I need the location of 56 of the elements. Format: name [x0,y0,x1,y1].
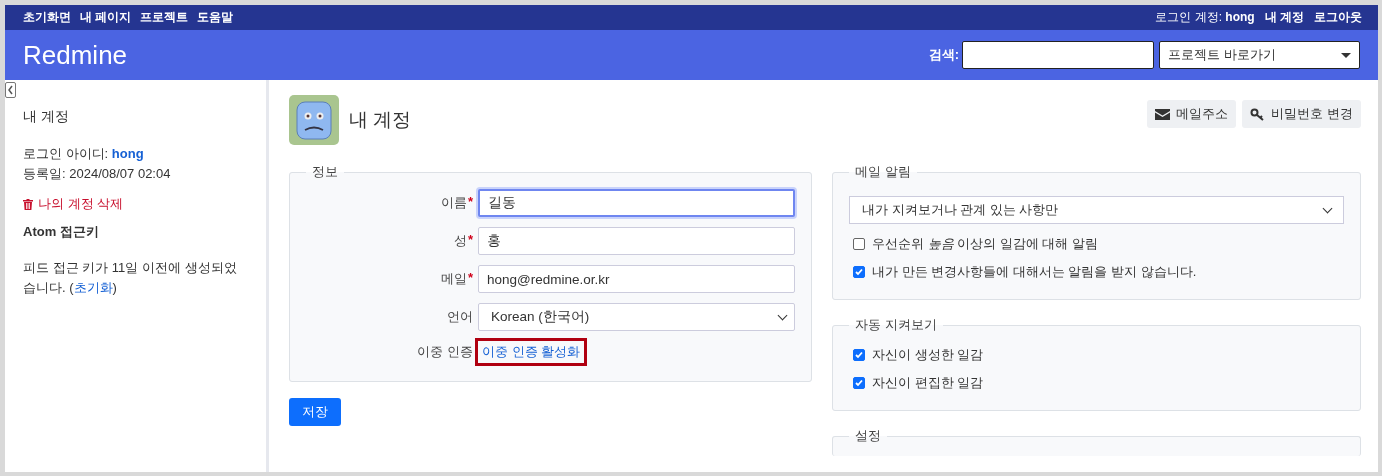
chevron-left-icon [6,83,15,97]
panel-legend: 설정 [849,427,887,445]
atom-key-heading: Atom 접근키 [23,223,100,241]
field-label: 이중 인증 [417,343,473,361]
email-button[interactable]: 메일주소 [1147,100,1237,128]
site-title: Redmine [23,39,128,71]
text-field[interactable]: hong@redmine.or.kr [478,265,795,293]
checkbox[interactable] [853,266,865,278]
checkbox[interactable] [853,377,865,389]
text-field[interactable]: 홍 [478,227,795,255]
top-menu-link[interactable]: 내 페이지 [80,9,132,26]
checkbox-label: 우선순위 높음 이상의 일감에 대해 알림 [872,235,1099,253]
checkbox-label: 자신이 편집한 일감 [872,374,984,392]
account-link[interactable]: 내 계정 [1264,9,1304,26]
panel-legend: 정보 [306,163,344,181]
checkbox[interactable] [853,349,865,361]
sad-avatar-icon [289,95,339,145]
key-icon [1250,107,1266,121]
caret-icon [1341,52,1351,58]
field-label: 언어 [447,308,473,326]
panel-legend: 자동 지켜보기 [849,316,943,334]
project-jump-dropdown[interactable]: 프로젝트 바로가기 [1159,41,1360,69]
atom-key-text: 피드 접근 키가 11일 이전에 생성되었습니다. (초기화) [23,259,238,297]
save-button[interactable]: 저장 [289,398,341,426]
search-field[interactable] [962,41,1154,69]
login-link[interactable]: hong [111,146,144,161]
panel-legend: 메일 알림 [849,163,917,181]
notification-dropdown[interactable]: 내가 지켜보거나 관계 있는 사항만 [849,196,1344,224]
login-id-text: 로그인 아이디: hong [23,145,145,163]
top-menu-link[interactable]: 프로젝트 [140,9,189,26]
required-asterisk: * [467,194,473,211]
field-label: 메일 [440,270,467,288]
field-label: 이름 [440,194,467,212]
checkbox-label: 자신이 생성한 일감 [872,346,984,364]
required-asterisk: * [467,232,473,249]
text-field[interactable]: 길동 [478,189,795,217]
page-title: 내 계정 [349,108,412,132]
collapse-sidebar-toggle[interactable] [5,82,16,98]
sidebar-title: 내 계정 [23,107,70,126]
required-asterisk: * [467,270,473,287]
envelope-icon [1155,108,1171,120]
delete-account-link[interactable]: 나의 계정 삭제 [23,194,248,214]
logged-in-label: 로그인 계정: hong [1155,9,1255,26]
language-dropdown[interactable]: Korean (한국어) [478,303,795,331]
field-label: 성 [453,232,467,250]
checkbox[interactable] [853,238,865,250]
top-menu-link[interactable]: 도움말 [197,9,234,26]
search-label: 검색: [928,46,959,64]
trash-icon [23,198,33,210]
account-link[interactable]: 로그아웃 [1314,9,1362,26]
reset-link[interactable]: 초기화 [73,280,113,295]
change-password-button[interactable]: 비밀번호 변경 [1242,100,1361,128]
registered-date: 등록일: 2024/08/07 02:04 [23,165,172,183]
enable-2fa-link[interactable]: 이중 인증 활성화 [478,341,585,363]
top-menu-link[interactable]: 초기화면 [23,9,71,26]
checkbox-label: 내가 만든 변경사항들에 대해서는 알림을 받지 않습니다. [872,263,1197,281]
